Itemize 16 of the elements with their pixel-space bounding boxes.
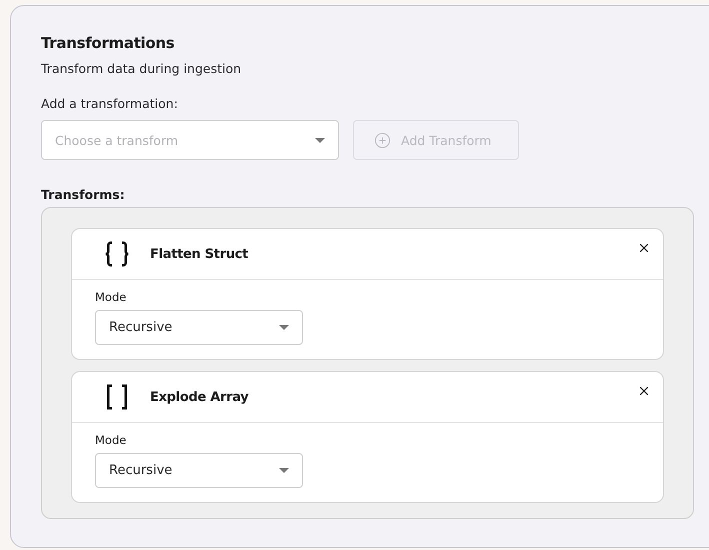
mode-select[interactable]: Recursive <box>95 453 303 488</box>
section-subtitle: Transform data during ingestion <box>41 61 242 76</box>
plus-icon <box>374 132 391 148</box>
caret-icon <box>315 138 325 142</box>
caret-icon <box>279 468 289 473</box>
section-title: Transformations <box>41 34 176 52</box>
close-icon[interactable] <box>637 241 651 255</box>
transform-title: Flatten Struct <box>150 246 248 262</box>
field-label: Mode <box>95 290 128 304</box>
caret-icon <box>279 325 289 330</box>
field-label: Add a transformation: <box>41 96 179 111</box>
transform-title: Explode Array <box>150 390 248 404</box>
transforms-label: Transforms: <box>41 187 126 202</box>
close-icon[interactable] <box>637 384 651 398</box>
mode-select[interactable]: Recursive <box>95 310 303 345</box>
field-label: Mode <box>95 433 128 447</box>
